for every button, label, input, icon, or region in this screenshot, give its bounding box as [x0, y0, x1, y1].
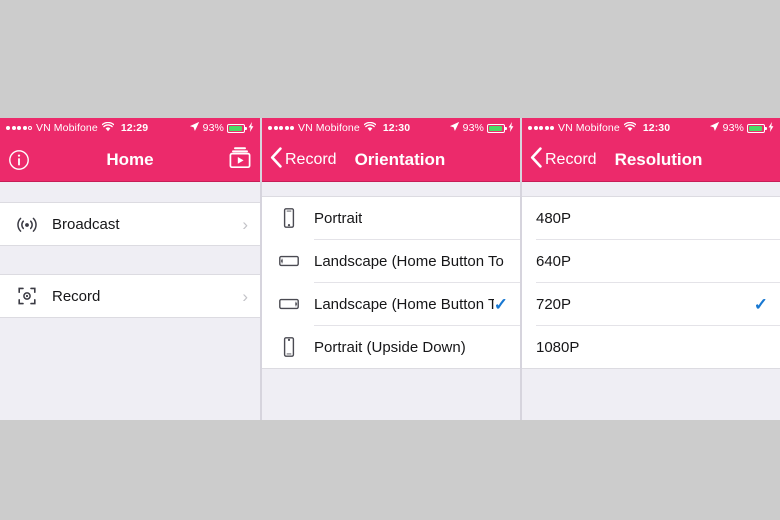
lightning-bolt-icon: [248, 121, 254, 135]
list-section-resolution-options: 480P 640P 720P ✓ 1080P: [522, 196, 780, 369]
status-bar-left: VN Mobifone 12:30: [268, 121, 411, 135]
media-library-icon[interactable]: [228, 146, 252, 174]
list-item-label: 1080P: [536, 338, 580, 356]
list-top-spacer: [522, 182, 780, 196]
clock-label: 12:30: [382, 122, 411, 134]
list-item-landscape-home-left[interactable]: Landscape (Home Button To L…: [262, 240, 520, 282]
record-focus-icon: [14, 285, 40, 307]
carrier-label: VN Mobifone: [558, 122, 620, 134]
list-bottom-spacer: [262, 369, 520, 420]
list-item-landscape-home-right[interactable]: Landscape (Home Button T… ✓: [262, 283, 520, 325]
wifi-icon: [623, 121, 637, 135]
list-section-orientation-options: Portrait Landscape (Home Button To Lands…: [262, 196, 520, 369]
nav-bar-orientation: Record Orientation: [262, 138, 520, 182]
broadcast-icon: [14, 213, 40, 235]
phone-landscape-left-icon: [276, 251, 302, 271]
back-button[interactable]: Record: [530, 146, 597, 173]
status-bar-resolution: VN Mobifone 12:30 93%: [522, 118, 780, 138]
list-item-label: Portrait (Upside Down): [314, 338, 466, 356]
list-item-record[interactable]: Record ›: [0, 275, 260, 317]
list-bottom-spacer: [522, 369, 780, 420]
phone-screens-row: VN Mobifone 12:29 93% Home Broadcast › R…: [0, 118, 780, 420]
chevron-left-icon: [530, 146, 543, 173]
battery-percent-label: 93%: [462, 122, 484, 134]
location-arrow-icon: [449, 121, 460, 135]
list-item-label: 720P: [536, 295, 572, 313]
nav-bar-home: Home: [0, 138, 260, 182]
nav-bar-resolution: Record Resolution: [522, 138, 780, 182]
list-item-portrait[interactable]: Portrait: [262, 197, 520, 239]
list-item-1080p[interactable]: 1080P: [522, 326, 780, 368]
status-bar-orientation: VN Mobifone 12:30 93%: [262, 118, 520, 138]
signal-strength-dots: [6, 126, 32, 130]
page-title: Orientation: [354, 149, 446, 169]
back-button[interactable]: Record: [270, 146, 337, 173]
battery-percent-label: 93%: [722, 122, 744, 134]
signal-strength-dots: [528, 126, 554, 130]
carrier-label: VN Mobifone: [298, 122, 360, 134]
list-item-broadcast[interactable]: Broadcast ›: [0, 203, 260, 245]
page-title: Home: [106, 149, 154, 169]
list-item-portrait-upside-down[interactable]: Portrait (Upside Down): [262, 326, 520, 368]
selected-checkmark-icon: ✓: [493, 294, 508, 314]
chevron-left-icon: [270, 146, 283, 173]
status-bar-home: VN Mobifone 12:29 93%: [0, 118, 260, 138]
list-top-spacer: [262, 182, 520, 196]
chevron-right-icon: ›: [242, 286, 248, 306]
list-bottom-spacer: [0, 318, 260, 418]
chevron-right-icon: ›: [242, 214, 248, 234]
list-content-home: Broadcast › Record ›: [0, 182, 260, 420]
location-arrow-icon: [189, 121, 200, 135]
list-item-label: Record: [52, 287, 101, 305]
info-circle-icon[interactable]: [8, 149, 30, 171]
clock-label: 12:29: [120, 122, 149, 134]
signal-strength-dots: [268, 126, 294, 130]
battery-icon: [487, 123, 507, 133]
list-item-label: 480P: [536, 209, 572, 227]
battery-percent-label: 93%: [202, 122, 224, 134]
battery-icon: [227, 123, 247, 133]
lightning-bolt-icon: [768, 121, 774, 135]
battery-icon: [747, 123, 767, 133]
phone-portrait-icon: [276, 207, 302, 229]
list-item-640p[interactable]: 640P: [522, 240, 780, 282]
back-button-label: Record: [285, 150, 337, 168]
list-section-broadcast: Broadcast ›: [0, 202, 260, 246]
phone-screen-resolution: VN Mobifone 12:30 93% Record Resolution …: [520, 118, 780, 420]
status-bar-left: VN Mobifone 12:30: [528, 121, 671, 135]
list-item-label: Portrait: [314, 209, 363, 227]
phone-screen-home: VN Mobifone 12:29 93% Home Broadcast › R…: [0, 118, 260, 420]
list-item-label: Landscape (Home Button T…: [314, 295, 494, 313]
carrier-label: VN Mobifone: [36, 122, 98, 134]
selected-checkmark-icon: ✓: [753, 294, 768, 314]
phone-upside-down-icon: [276, 336, 302, 358]
status-bar-right: 93%: [709, 121, 774, 135]
list-top-spacer: [0, 182, 260, 202]
list-item-720p[interactable]: 720P ✓: [522, 283, 780, 325]
list-item-480p[interactable]: 480P: [522, 197, 780, 239]
list-item-label: 640P: [536, 252, 572, 270]
phone-screen-orientation: VN Mobifone 12:30 93% Record Orientation…: [260, 118, 520, 420]
phone-landscape-right-icon: [276, 294, 302, 314]
back-button-label: Record: [545, 150, 597, 168]
status-bar-right: 93%: [449, 121, 514, 135]
status-bar-left: VN Mobifone 12:29: [6, 121, 149, 135]
wifi-icon: [101, 121, 115, 135]
list-content-orientation: Portrait Landscape (Home Button To Lands…: [262, 182, 520, 420]
list-section-record: Record ›: [0, 274, 260, 318]
list-content-resolution: 480P 640P 720P ✓ 1080P: [522, 182, 780, 420]
location-arrow-icon: [709, 121, 720, 135]
status-bar-right: 93%: [189, 121, 254, 135]
list-item-label: Landscape (Home Button To L…: [314, 252, 508, 270]
list-section-spacer: [0, 246, 260, 274]
clock-label: 12:30: [642, 122, 671, 134]
list-item-label: Broadcast: [52, 215, 120, 233]
screenshot-canvas: VN Mobifone 12:29 93% Home Broadcast › R…: [0, 0, 780, 520]
page-title: Resolution: [614, 149, 703, 169]
wifi-icon: [363, 121, 377, 135]
lightning-bolt-icon: [508, 121, 514, 135]
